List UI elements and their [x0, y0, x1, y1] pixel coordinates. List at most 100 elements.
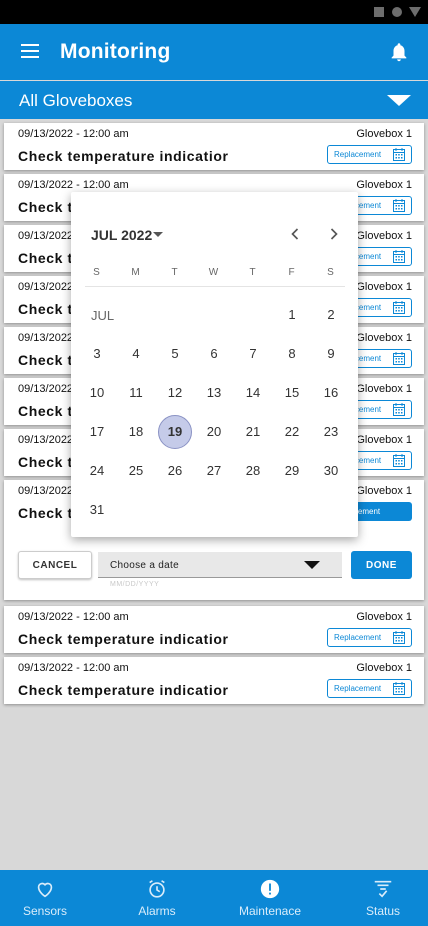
page-title: Monitoring: [60, 40, 171, 63]
calendar-day[interactable]: 6: [197, 337, 231, 371]
task-title: Check t: [18, 199, 73, 215]
calendar-day[interactable]: 27: [197, 454, 231, 488]
nav-label: Sensors: [22, 904, 68, 918]
calendar-day[interactable]: 1: [275, 298, 309, 332]
nav-item-status[interactable]: Status: [338, 870, 428, 926]
hamburger-menu-icon[interactable]: [21, 44, 39, 58]
caret-down-icon: [387, 95, 411, 106]
calendar-day[interactable]: 9: [314, 337, 348, 371]
task-date: 09/13/2022 - 12:00 am: [18, 611, 129, 623]
glovebox-label: Glovebox 1: [356, 230, 412, 242]
caret-down-icon[interactable]: [153, 232, 163, 237]
task-title: Check t: [18, 301, 73, 317]
list-item[interactable]: 09/13/2022 - 12:00 am Glovebox 1 Check tem…: [4, 123, 424, 170]
calendar-day[interactable]: 8: [275, 337, 309, 371]
nav-label: Status: [365, 904, 401, 918]
task-title: Check t: [18, 352, 73, 368]
date-select[interactable]: Choose a date: [98, 552, 342, 578]
calendar-day[interactable]: 31: [80, 493, 114, 527]
system-status-bar: [0, 0, 428, 24]
task-title: Check t: [18, 403, 73, 419]
circle-icon: [392, 7, 402, 17]
calendar-icon: [393, 682, 405, 695]
calendar-day[interactable]: 29: [275, 454, 309, 488]
month-short-label: JUL: [91, 308, 115, 323]
filter-check-icon: [374, 880, 392, 898]
glovebox-label: Glovebox 1: [356, 611, 412, 623]
calendar-day[interactable]: 12: [158, 376, 192, 410]
glovebox-label: Glovebox 1: [356, 383, 412, 395]
calendar-icon: [393, 199, 405, 212]
replacement-tag-button[interactable]: Replacement: [327, 145, 412, 164]
glovebox-label: Glovebox 1: [356, 332, 412, 344]
calendar-day[interactable]: 18: [119, 415, 153, 449]
task-date: 09/13/2022 - 12:00 am: [18, 128, 129, 140]
calendar-day[interactable]: 26: [158, 454, 192, 488]
tag-label: Replacement: [334, 150, 382, 159]
app-bar: Monitoring: [0, 24, 428, 80]
calendar-day[interactable]: 13: [197, 376, 231, 410]
heart-icon: [37, 882, 53, 898]
task-title: Check t: [18, 250, 73, 266]
calendar-day[interactable]: 20: [197, 415, 231, 449]
done-button[interactable]: DONE: [351, 551, 412, 579]
list-item[interactable]: 09/13/2022 - 12:00 am Glovebox 1 Check tem…: [4, 657, 424, 704]
calendar-day[interactable]: 15: [275, 376, 309, 410]
weekday-header: T: [249, 267, 256, 278]
stop-square-icon: [374, 7, 384, 17]
calendar-day[interactable]: 5: [158, 337, 192, 371]
replacement-tag-button[interactable]: Replacement: [327, 628, 412, 647]
calendar-day[interactable]: 2: [314, 298, 348, 332]
calendar-day[interactable]: 23: [314, 415, 348, 449]
calendar-day[interactable]: 22: [275, 415, 309, 449]
calendar-day[interactable]: 7: [236, 337, 270, 371]
weekday-header: M: [131, 267, 140, 278]
calendar-day[interactable]: 24: [80, 454, 114, 488]
calendar-icon: [393, 352, 405, 365]
date-format-hint: MM/DD/YYYY: [110, 581, 160, 588]
calendar-day[interactable]: 4: [119, 337, 153, 371]
calendar-day[interactable]: 3: [80, 337, 114, 371]
month-year-selector[interactable]: JUL 2022: [91, 227, 152, 243]
weekday-header: S: [93, 267, 100, 278]
calendar-day[interactable]: 11: [119, 376, 153, 410]
calendar-icon: [393, 148, 405, 161]
chevron-left-icon[interactable]: [285, 224, 305, 244]
date-select-label: Choose a date: [110, 560, 179, 571]
calendar-day-selected[interactable]: 19: [158, 415, 192, 449]
task-title: Check temperature indicatior: [18, 631, 229, 647]
task-title: Check temperature indicatior: [18, 148, 229, 164]
calendar-icon: [393, 301, 405, 314]
task-title: Check t: [18, 454, 73, 470]
calendar-day[interactable]: 16: [314, 376, 348, 410]
task-title: Check temperature indicatior: [18, 682, 229, 698]
replacement-tag-button[interactable]: Replacement: [327, 679, 412, 698]
glovebox-filter-dropdown[interactable]: All Gloveboxes: [0, 81, 428, 119]
task-date: 09/13/2022 - 12:00 am: [18, 662, 129, 674]
alert-circle-icon: [260, 879, 280, 899]
calendar-day[interactable]: 10: [80, 376, 114, 410]
nav-item-sensors[interactable]: Sensors: [0, 870, 90, 926]
glovebox-label: Glovebox 1: [356, 128, 412, 140]
bottom-navigation: Sensors Alarms Maintenace Status: [0, 870, 428, 926]
calendar-day[interactable]: 17: [80, 415, 114, 449]
calendar-day[interactable]: 14: [236, 376, 270, 410]
nav-label: Maintenace: [238, 904, 302, 918]
nav-item-alarms[interactable]: Alarms: [112, 870, 202, 926]
date-picker: JUL 2022 JUL S M T W T F S 1 2 3 4 5 6 7 8 9 10 11 12 13 14 1…: [71, 192, 358, 537]
tag-label: Replacement: [334, 633, 382, 642]
glovebox-label: Glovebox 1: [356, 662, 412, 674]
calendar-day[interactable]: 25: [119, 454, 153, 488]
list-item[interactable]: 09/13/2022 - 12:00 am Glovebox 1 Check tem…: [4, 606, 424, 653]
bell-icon[interactable]: [388, 40, 410, 64]
nav-item-maintenance[interactable]: Maintenace: [225, 870, 315, 926]
calendar-day[interactable]: 21: [236, 415, 270, 449]
chevron-right-icon[interactable]: [324, 224, 344, 244]
triangle-icon: [409, 7, 421, 17]
calendar-day[interactable]: 30: [314, 454, 348, 488]
cancel-button[interactable]: CANCEL: [18, 551, 92, 579]
calendar-day[interactable]: 28: [236, 454, 270, 488]
alarm-clock-icon: [149, 880, 165, 898]
calendar-icon: [393, 403, 405, 416]
tag-label: Replacement: [334, 684, 382, 693]
